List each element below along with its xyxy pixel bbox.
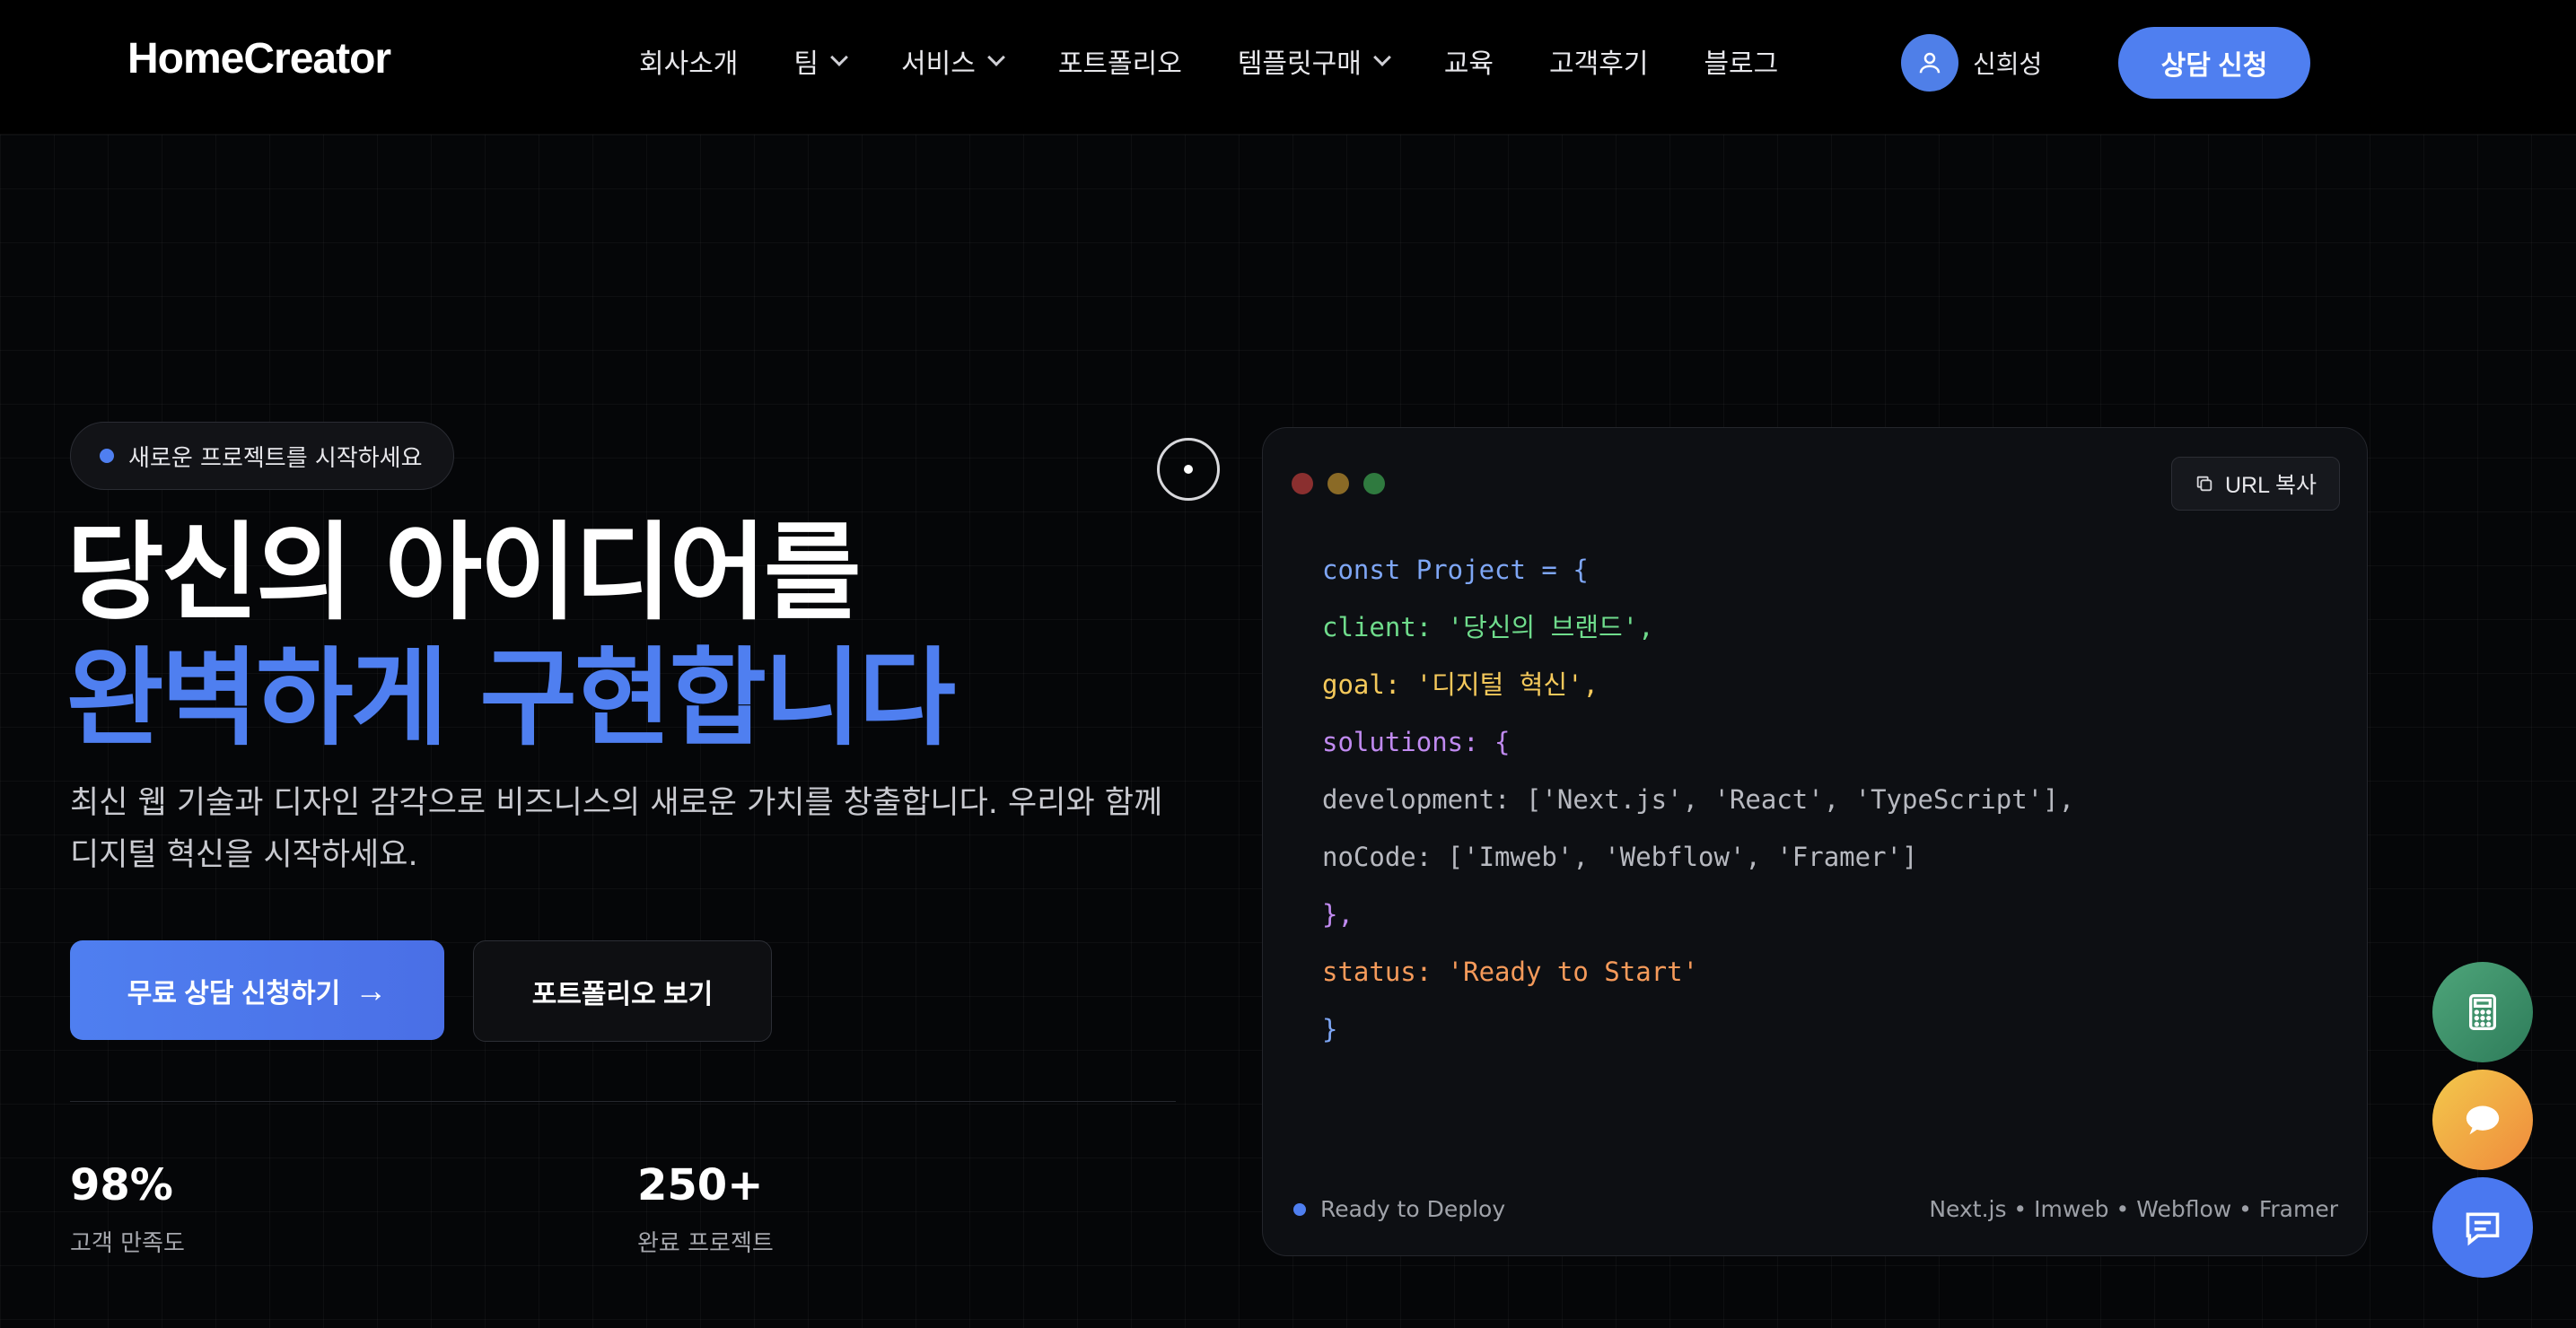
free-consult-button[interactable]: 무료 상담 신청하기 → [70,940,444,1040]
nav-label: 고객후기 [1549,48,1649,80]
status-dot [1293,1202,1306,1216]
chat-bubble-icon [2466,1105,2500,1135]
stat-projects: 250+ 완료 프로젝트 [637,1160,774,1258]
free-consult-label: 무료 상담 신청하기 [127,978,341,1009]
nav-label: 회사소개 [639,48,739,80]
main-nav: 회사소개 팀 서비스 포트폴리오 템플릿구매 교육 고객후기 블로그 [639,41,1834,81]
nav-item-education[interactable]: 교육 [1444,41,1494,81]
code-line: client: '당신의 브랜드', [1322,612,1654,642]
copy-url-button[interactable]: URL 복사 [2171,457,2340,511]
hero-title-line2: 완벽하게 구현합니다 [66,636,956,760]
view-portfolio-button[interactable]: 포트폴리오 보기 [473,940,772,1042]
deploy-status: Ready to Deploy [1293,1196,1505,1222]
kakao-chat-button[interactable] [2432,1070,2533,1170]
copy-url-label: URL 복사 [2224,473,2318,498]
nav-label: 템플릿구매 [1237,48,1362,80]
hero-title-line1: 당신의 아이디어를 [66,511,862,634]
nav-label: 블로그 [1704,48,1779,80]
code-line: status: 'Ready to Start' [1322,957,1699,987]
deploy-status-text: Ready to Deploy [1320,1196,1506,1222]
tech-stack: Next.js • Imweb • Webflow • Framer [1929,1196,2338,1222]
code-line: }, [1322,899,1354,930]
chevron-down-icon [1372,48,1391,66]
code-line: } [1322,1014,1338,1044]
nav-item-blog[interactable]: 블로그 [1704,41,1778,81]
nav-label: 포트폴리오 [1057,48,1182,80]
nav-item-services[interactable]: 서비스 [901,41,1005,81]
chevron-down-icon [830,48,848,66]
nav-item-team[interactable]: 팀 [793,41,848,81]
hero-badge: 새로운 프로젝트를 시작하세요 [70,422,454,490]
code-line: development: ['Next.js', 'React', 'TypeS… [1322,784,2075,815]
code-line: goal: '디지털 혁신', [1322,669,1599,700]
window-close-dot [1292,473,1313,494]
nav-label: 팀 [793,48,819,80]
code-block: const Project = { client: '당신의 브랜드', goa… [1322,541,2074,1058]
nav-item-templates[interactable]: 템플릿구매 [1237,41,1391,81]
calculator-icon [2469,994,2496,1030]
hero-description: 최신 웹 기술과 디자인 감각으로 비즈니스의 새로운 가치를 창출합니다. 우… [70,785,1163,873]
nav-label: 교육 [1443,48,1494,80]
user-name: 신희성 [1973,49,2043,79]
code-line: const Project = { [1322,555,1589,585]
stat-satisfaction: 98% 고객 만족도 [70,1160,185,1258]
user-menu[interactable]: 신희성 [1901,34,2042,92]
code-line: solutions: { [1322,727,1511,757]
stat-label: 고객 만족도 [70,1230,185,1257]
cursor-dot [1184,465,1193,474]
nav-item-reviews[interactable]: 고객후기 [1549,41,1648,81]
stats-divider [70,1101,1176,1102]
copy-icon [2196,476,2212,492]
chevron-down-icon [986,48,1005,66]
consult-button[interactable]: 상담 신청 [2118,27,2310,99]
code-line: noCode: ['Imweb', 'Webflow', 'Framer'] [1322,842,1918,872]
badge-dot [100,449,114,463]
nav-item-about[interactable]: 회사소개 [639,41,738,81]
logo[interactable]: HomeCreator [127,34,391,83]
window-minimize-dot [1327,473,1349,494]
code-window: URL 복사 const Project = { client: '당신의 브랜… [1262,427,2368,1256]
stat-value: 98% [70,1160,173,1210]
hero-title: 당신의 아이디어를 완벽하게 구현합니다 [66,510,956,761]
calculator-button[interactable] [2432,962,2533,1062]
message-icon [2466,1212,2500,1246]
nav-item-portfolio[interactable]: 포트폴리오 [1058,41,1182,81]
cursor-ring [1157,438,1220,501]
stat-value: 250+ [637,1160,764,1210]
user-icon [1919,52,1941,74]
nav-label: 서비스 [901,48,976,80]
window-maximize-dot [1363,473,1385,494]
stat-label: 완료 프로젝트 [637,1230,774,1257]
arrow-right-icon: → [355,971,388,1009]
site-header: HomeCreator 회사소개 팀 서비스 포트폴리오 템플릿구매 교육 고객… [0,0,2576,135]
avatar [1901,34,1958,92]
message-button[interactable] [2432,1177,2533,1278]
badge-text: 새로운 프로젝트를 시작하세요 [128,444,423,472]
